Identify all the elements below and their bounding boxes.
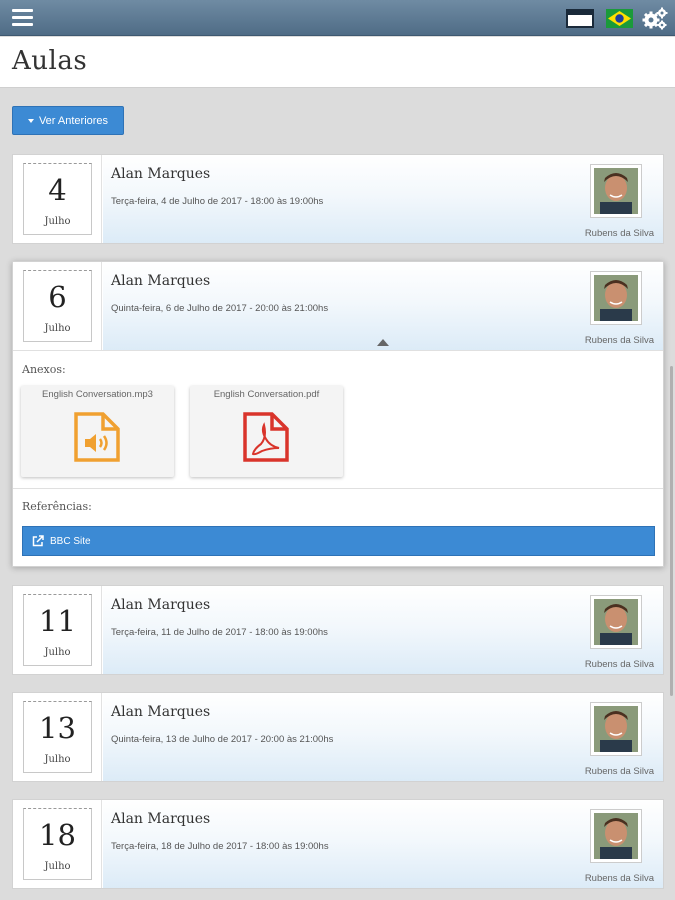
lesson-header[interactable]: 13 Julho Alan Marques Quinta-feira, 13 d…	[13, 693, 663, 781]
caret-down-icon	[27, 118, 34, 123]
lesson-day: 4	[48, 173, 67, 207]
date-column: 4 Julho	[13, 155, 102, 243]
student-name: Rubens da Silva	[584, 335, 654, 346]
pdf-file-icon	[243, 412, 289, 462]
brazil-flag-icon[interactable]	[606, 9, 633, 28]
date-column: 11 Julho	[13, 586, 102, 674]
lesson-info: Alan Marques Quinta-feira, 6 de Julho de…	[103, 262, 663, 350]
student-avatar	[590, 702, 642, 756]
window-icon[interactable]	[566, 9, 594, 28]
student-name: Rubens da Silva	[584, 766, 654, 777]
reference-link-label: BBC Site	[50, 535, 91, 547]
references-label: Referências:	[22, 500, 92, 513]
lesson-info: Alan Marques Terça-feira, 4 de Julho de …	[103, 155, 663, 243]
attachments-label: Anexos:	[22, 363, 66, 376]
reference-link-button[interactable]: BBC Site	[22, 526, 655, 556]
student-avatar	[590, 164, 642, 218]
lesson-card-expanded[interactable]: 6 Julho Alan Marques Quinta-feira, 6 de …	[12, 261, 664, 567]
student-avatar	[590, 271, 642, 325]
attachment-pdf[interactable]: English Conversation.pdf	[190, 386, 343, 477]
attachment-name: English Conversation.mp3	[42, 389, 153, 400]
show-previous-button[interactable]: Ver Anteriores	[12, 106, 124, 135]
student-name: Rubens da Silva	[584, 228, 654, 239]
external-link-icon	[32, 535, 44, 547]
teacher-name: Alan Marques	[111, 704, 211, 720]
lesson-info: Alan Marques Terça-feira, 11 de Julho de…	[103, 586, 663, 674]
date-box: 4 Julho	[23, 163, 92, 235]
lesson-datetime: Terça-feira, 18 de Julho de 2017 - 18:00…	[111, 841, 329, 852]
teacher-name: Alan Marques	[111, 273, 211, 289]
date-box: 11 Julho	[23, 594, 92, 666]
lesson-info: Alan Marques Terça-feira, 18 de Julho de…	[103, 800, 663, 888]
collapse-arrow-icon[interactable]	[377, 339, 389, 346]
student-avatar	[590, 595, 642, 649]
teacher-name: Alan Marques	[111, 166, 211, 182]
menu-icon[interactable]	[12, 9, 33, 27]
lesson-day: 11	[39, 604, 76, 638]
student-avatar	[590, 809, 642, 863]
student-name: Rubens da Silva	[584, 873, 654, 884]
lesson-month: Julho	[44, 216, 71, 227]
lesson-day: 6	[48, 280, 67, 314]
title-bar: Aulas	[0, 37, 675, 88]
lesson-details: Anexos: English Conversation.mp3 English…	[13, 350, 663, 566]
lesson-day: 18	[39, 818, 76, 852]
lesson-header[interactable]: 6 Julho Alan Marques Quinta-feira, 6 de …	[13, 262, 663, 350]
lesson-month: Julho	[44, 647, 71, 658]
date-box: 6 Julho	[23, 270, 92, 342]
lesson-datetime: Terça-feira, 4 de Julho de 2017 - 18:00 …	[111, 196, 324, 207]
lesson-day: 13	[39, 711, 76, 745]
lesson-card[interactable]: 4 Julho Alan Marques Terça-feira, 4 de J…	[12, 154, 664, 244]
lesson-month: Julho	[44, 323, 71, 334]
audio-file-icon	[74, 412, 120, 462]
student-name: Rubens da Silva	[584, 659, 654, 670]
attachment-name: English Conversation.pdf	[213, 389, 320, 400]
lesson-header[interactable]: 18 Julho Alan Marques Terça-feira, 18 de…	[13, 800, 663, 888]
lesson-datetime: Quinta-feira, 13 de Julho de 2017 - 20:0…	[111, 734, 334, 745]
lesson-datetime: Quinta-feira, 6 de Julho de 2017 - 20:00…	[111, 303, 329, 314]
teacher-name: Alan Marques	[111, 597, 211, 613]
show-previous-label: Ver Anteriores	[38, 114, 109, 127]
lesson-datetime: Terça-feira, 11 de Julho de 2017 - 18:00…	[111, 627, 328, 638]
teacher-name: Alan Marques	[111, 811, 211, 827]
lesson-card[interactable]: 13 Julho Alan Marques Quinta-feira, 13 d…	[12, 692, 664, 782]
date-box: 18 Julho	[23, 808, 92, 880]
page-title: Aulas	[12, 46, 88, 76]
scrollbar[interactable]	[670, 366, 673, 696]
lesson-card[interactable]: 18 Julho Alan Marques Terça-feira, 18 de…	[12, 799, 664, 889]
lesson-month: Julho	[44, 754, 71, 765]
top-bar	[0, 0, 675, 36]
settings-gears-icon[interactable]	[642, 7, 668, 31]
lesson-card[interactable]: 11 Julho Alan Marques Terça-feira, 11 de…	[12, 585, 664, 675]
date-column: 6 Julho	[13, 262, 102, 350]
attachment-mp3[interactable]: English Conversation.mp3	[21, 386, 174, 477]
lesson-info: Alan Marques Quinta-feira, 13 de Julho d…	[103, 693, 663, 781]
lesson-header[interactable]: 4 Julho Alan Marques Terça-feira, 4 de J…	[13, 155, 663, 243]
date-column: 13 Julho	[13, 693, 102, 781]
lesson-month: Julho	[44, 861, 71, 872]
date-column: 18 Julho	[13, 800, 102, 888]
divider	[13, 488, 663, 489]
date-box: 13 Julho	[23, 701, 92, 773]
lesson-header[interactable]: 11 Julho Alan Marques Terça-feira, 11 de…	[13, 586, 663, 674]
